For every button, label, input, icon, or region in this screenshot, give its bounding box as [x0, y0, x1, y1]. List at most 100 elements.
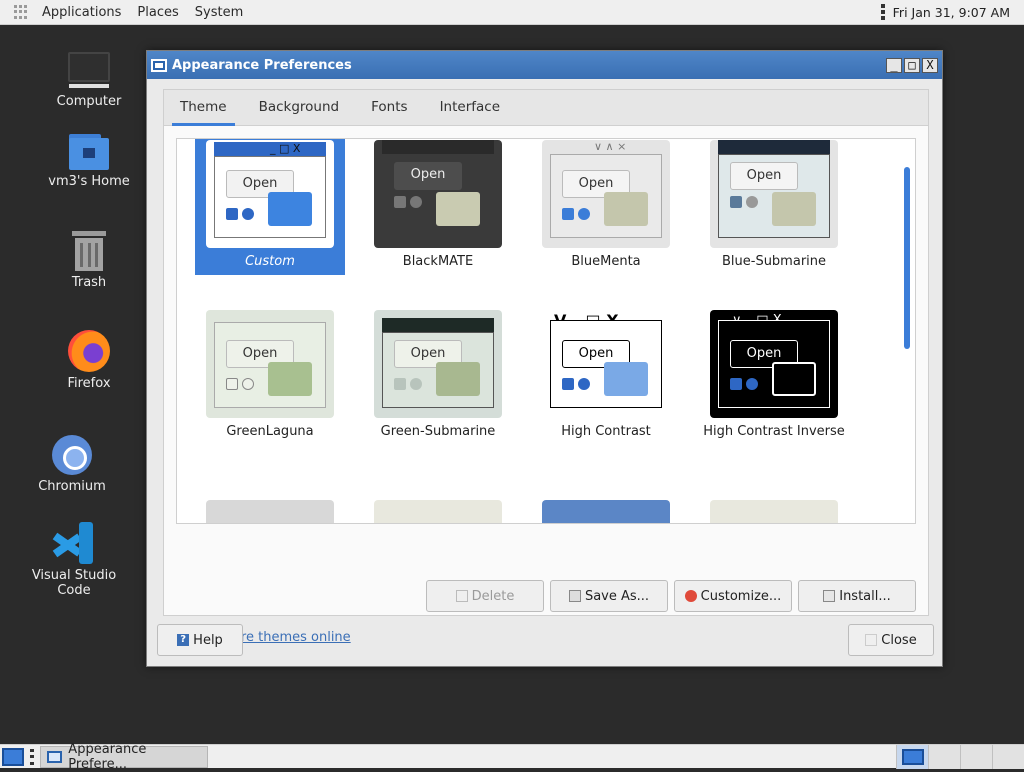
delete-icon: [455, 590, 468, 602]
theme-item-blackmate[interactable]: Open BlackMATE: [363, 139, 513, 275]
theme-item-high-contrast[interactable]: V _ □ X Open High Contrast: [531, 300, 681, 445]
theme-preview: ∨ ∧ × Open: [542, 140, 670, 248]
theme-preview: _ □ X Open: [206, 140, 334, 248]
desktop-icon-chromium[interactable]: Chromium: [12, 435, 132, 494]
close-window-button[interactable]: X: [922, 57, 938, 73]
maximize-button[interactable]: □: [904, 57, 920, 73]
install-label: Install...: [839, 588, 891, 604]
help-label: Help: [193, 632, 223, 648]
customize-label: Customize...: [700, 588, 782, 604]
save-icon: [568, 590, 581, 602]
theme-preview: [374, 500, 502, 523]
theme-preview: Open: [374, 140, 502, 248]
desktop-icon-home[interactable]: vm3's Home: [29, 134, 149, 189]
tab-interface[interactable]: Interface: [424, 90, 516, 125]
theme-preview: Open: [374, 310, 502, 418]
menu-system[interactable]: System: [187, 5, 251, 20]
theme-preview: ∨ _ □ X Open: [710, 310, 838, 418]
window-controls: _ □ X: [886, 57, 938, 73]
top-panel: Applications Places System Fri Jan 31, 9…: [0, 0, 1024, 25]
scrollbar-thumb[interactable]: [904, 167, 910, 349]
theme-item-partial[interactable]: [195, 490, 345, 523]
theme-preview: [542, 500, 670, 523]
clock[interactable]: Fri Jan 31, 9:07 AM: [893, 5, 1010, 20]
trash-icon: [72, 231, 106, 271]
dialog-titlebar[interactable]: Appearance Preferences _ □ X: [147, 51, 942, 79]
theme-item-high-contrast-inverse[interactable]: ∨ _ □ X Open High Contrast Inverse: [699, 300, 849, 445]
save-as-button[interactable]: Save As...: [550, 580, 668, 612]
taskbar-handle-icon[interactable]: [30, 748, 34, 765]
close-label: Close: [881, 632, 917, 648]
desktop-icon-label: Firefox: [67, 376, 111, 391]
desktop-icon-label: Chromium: [38, 479, 106, 494]
panel-handle-icon[interactable]: [880, 4, 885, 20]
firefox-icon: [68, 330, 110, 372]
theme-item-partial[interactable]: [363, 490, 513, 523]
theme-preview: V _ □ X Open: [542, 310, 670, 418]
workspace-2[interactable]: [928, 744, 960, 769]
theme-item-partial[interactable]: [699, 490, 849, 523]
minimize-button[interactable]: _: [886, 57, 902, 73]
taskbar-item-appearance[interactable]: Appearance Prefere...: [40, 742, 208, 772]
menu-applications[interactable]: Applications: [34, 5, 129, 20]
theme-name: BlackMATE: [402, 254, 474, 269]
workspace-3[interactable]: [960, 744, 992, 769]
install-icon: [823, 590, 836, 602]
window-icon: [47, 750, 63, 763]
workspace-1[interactable]: [896, 744, 928, 769]
theme-name: High Contrast Inverse: [703, 424, 845, 439]
desktop-icon-firefox[interactable]: Firefox: [29, 330, 149, 391]
theme-item-partial[interactable]: [531, 490, 681, 523]
theme-preview: [206, 500, 334, 523]
tab-background[interactable]: Background: [243, 90, 356, 125]
theme-name: GreenLaguna: [226, 424, 314, 439]
theme-item-custom[interactable]: _ □ X Open Custom: [195, 139, 345, 275]
theme-item-blue-submarine[interactable]: Open Blue-Submarine: [699, 139, 849, 275]
home-folder-icon: [69, 134, 109, 170]
theme-list[interactable]: _ □ X Open Custom Open BlackMATE ∨ ∧ × O…: [176, 138, 916, 524]
theme-item-green-submarine[interactable]: Open Green-Submarine: [363, 300, 513, 445]
desktop-icon-label: vm3's Home: [48, 174, 130, 189]
theme-preview: Open: [710, 140, 838, 248]
customize-button[interactable]: Customize...: [674, 580, 792, 612]
delete-label: Delete: [471, 588, 515, 604]
bottom-taskbar: Appearance Prefere...: [0, 742, 1024, 772]
tab-fonts[interactable]: Fonts: [355, 90, 423, 125]
theme-name: Green-Submarine: [380, 424, 496, 439]
delete-button[interactable]: Delete: [426, 580, 544, 612]
help-icon: ?: [177, 634, 190, 646]
theme-name: High Contrast: [561, 424, 651, 439]
install-button[interactable]: Install...: [798, 580, 916, 612]
desktop-icon-trash[interactable]: Trash: [29, 231, 149, 290]
theme-preview: Open: [206, 310, 334, 418]
theme-scrollbar[interactable]: [901, 141, 913, 521]
desktop-icon-label: Trash: [71, 275, 107, 290]
close-button[interactable]: Close: [848, 624, 934, 656]
theme-preview: [710, 500, 838, 523]
close-icon: [865, 634, 878, 646]
tab-theme[interactable]: Theme: [164, 90, 243, 126]
theme-name: Blue-Submarine: [721, 254, 827, 269]
applications-grid-icon[interactable]: [14, 5, 28, 19]
appearance-preferences-dialog: Appearance Preferences _ □ X Theme Backg…: [146, 50, 943, 667]
chromium-icon: [52, 435, 92, 475]
top-panel-right: Fri Jan 31, 9:07 AM: [880, 4, 1024, 20]
theme-name: Custom: [245, 254, 295, 269]
theme-item-greenlaguna[interactable]: Open GreenLaguna: [195, 300, 345, 445]
workspace-4[interactable]: [992, 744, 1024, 769]
menu-places[interactable]: Places: [129, 5, 186, 20]
customize-icon: [684, 590, 697, 602]
desktop-icon-label: Visual Studio Code: [31, 568, 117, 598]
theme-name: BlueMenta: [571, 254, 641, 269]
dialog-title: Appearance Preferences: [172, 57, 352, 73]
tab-bar: Theme Background Fonts Interface: [164, 90, 928, 126]
help-button[interactable]: ? Help: [157, 624, 243, 656]
workspace-switcher: [896, 744, 1024, 769]
theme-item-bluementa[interactable]: ∨ ∧ × Open BlueMenta: [531, 139, 681, 275]
tabs-frame: Theme Background Fonts Interface _ □ X O…: [163, 89, 929, 645]
save-as-label: Save As...: [584, 588, 650, 604]
show-desktop-icon[interactable]: [2, 747, 24, 766]
desktop-icon-vscode[interactable]: Visual Studio Code: [14, 522, 134, 598]
desktop-icon-computer[interactable]: Computer: [29, 52, 149, 109]
computer-icon: [68, 52, 110, 90]
